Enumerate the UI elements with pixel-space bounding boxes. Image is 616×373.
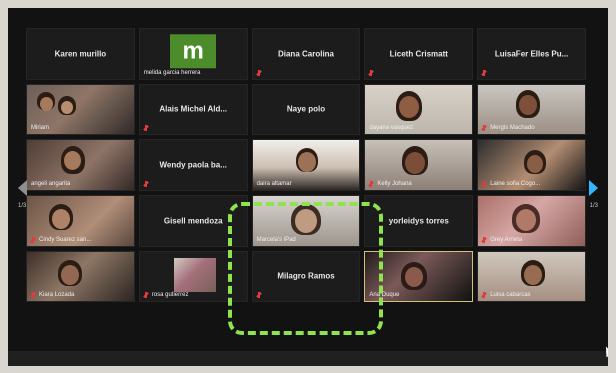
participant-tile[interactable]: Laine sofia Cogo...: [477, 139, 586, 191]
page-indicator-right: 1/3: [589, 203, 598, 209]
mic-muted-icon: [481, 69, 487, 76]
participant-name: angeli angarita: [31, 181, 71, 187]
participant-tile[interactable]: daira altamar: [251, 139, 361, 191]
participant-tile[interactable]: Naye polo: [251, 83, 361, 136]
participant-name: Cindy Suarez san...: [39, 236, 92, 243]
participant-tile[interactable]: Grey Arrieta: [477, 195, 586, 247]
participant-tile[interactable]: Miriam: [26, 83, 135, 136]
participant-tile[interactable]: Kelly Johana: [364, 139, 474, 191]
participant-tile[interactable]: rosa gutierrez: [138, 250, 248, 303]
mic-muted-icon: [481, 292, 487, 299]
toolbar-strip: [8, 351, 608, 366]
participant-name: Wendy paola ba...: [159, 160, 227, 170]
participant-name: melida garcia herrera: [143, 69, 201, 76]
mic-muted-icon: [481, 181, 487, 187]
face: [294, 209, 317, 233]
participant-name: Luisa cabarcas: [490, 292, 531, 299]
face: [297, 152, 316, 173]
participant-tile[interactable]: Luisa cabarcas: [477, 250, 586, 303]
participant-name: Grey Arrieta: [490, 236, 523, 243]
participant-tile[interactable]: Cindy Suarez san...: [26, 195, 135, 247]
zoom-window: Karen murillo m melida garcia herrera Di…: [8, 8, 608, 366]
face: [519, 94, 538, 115]
gallery-grid: Karen murillo m melida garcia herrera Di…: [26, 28, 586, 358]
participant-tile[interactable]: Mergis Machado: [477, 83, 586, 136]
photo-thumbnail: [173, 257, 216, 292]
participant-name: dayana vasquez: [369, 125, 414, 132]
participant-tile[interactable]: Wendy paola ba...: [138, 139, 248, 191]
participant-name: Miriam: [31, 125, 49, 132]
avatar: m: [170, 34, 217, 69]
mic-muted-icon: [256, 69, 262, 76]
participant-name: daira altamar: [256, 181, 292, 187]
participant-tile[interactable]: angeli angarita: [26, 139, 135, 191]
face: [61, 264, 79, 285]
participant-name: Milagro Ramos: [277, 271, 335, 281]
face: [52, 209, 70, 229]
mic-muted-icon: [256, 292, 262, 299]
participant-tile[interactable]: Gisell mendoza: [138, 195, 248, 247]
participant-tile[interactable]: Milagro Ramos: [251, 250, 361, 303]
mic-muted-icon: [481, 125, 487, 132]
participant-tile[interactable]: Liceth Crismatt: [364, 28, 474, 80]
participant-tile[interactable]: dayana vasquez: [364, 83, 474, 136]
participant-name: Gisell mendoza: [163, 216, 223, 226]
participant-name: Naye polo: [286, 104, 326, 114]
participant-name: Alais Michel Ald...: [159, 104, 228, 114]
participant-tile[interactable]: Marcela's iPad: [251, 195, 361, 247]
participant-name: Laine sofia Cogo...: [490, 181, 541, 187]
face: [399, 95, 420, 118]
participant-tile[interactable]: Diana Carolina: [251, 28, 361, 80]
face: [61, 100, 73, 114]
participant-name: Marcela's iPad: [256, 236, 296, 243]
participant-name: Kiara Lozada: [39, 292, 75, 299]
participant-name: LuisaFer Elles Pu...: [494, 49, 569, 59]
mic-muted-icon: [143, 125, 149, 132]
previous-page-icon[interactable]: [18, 180, 27, 196]
face: [405, 266, 424, 287]
mic-muted-icon: [30, 292, 36, 299]
participant-tile[interactable]: Kiara Lozada: [26, 250, 135, 303]
page-indicator-left: 1/3: [18, 203, 27, 209]
participant-tile[interactable]: Alais Michel Ald...: [138, 83, 248, 136]
face: [40, 96, 53, 111]
participant-name: Liceth Crismatt: [389, 49, 448, 59]
mic-muted-icon: [481, 236, 487, 243]
participant-name: Karen murillo: [54, 49, 107, 59]
participant-name: Kelly Johana: [377, 181, 412, 187]
participant-tile[interactable]: Ana Duque: [364, 250, 474, 303]
participant-name: Diana Carolina: [277, 49, 334, 59]
mic-muted-icon: [30, 236, 36, 243]
participant-name: yorleidys torres: [388, 216, 449, 226]
participant-tile[interactable]: LuisaFer Elles Pu...: [477, 28, 586, 80]
participant-name: Mergis Machado: [490, 125, 535, 132]
participant-tile[interactable]: yorleidys torres: [364, 195, 474, 247]
next-page-icon[interactable]: [589, 180, 598, 196]
mic-muted-icon: [368, 69, 374, 76]
participant-name: Ana Duque: [369, 292, 400, 299]
participant-name: rosa gutierrez: [151, 292, 189, 299]
participant-tile[interactable]: Karen murillo: [26, 28, 135, 80]
participant-tile[interactable]: m melida garcia herrera: [138, 28, 248, 80]
mic-muted-icon: [368, 181, 374, 187]
mic-muted-icon: [143, 181, 149, 187]
face: [524, 264, 543, 285]
mic-muted-icon: [143, 292, 149, 299]
